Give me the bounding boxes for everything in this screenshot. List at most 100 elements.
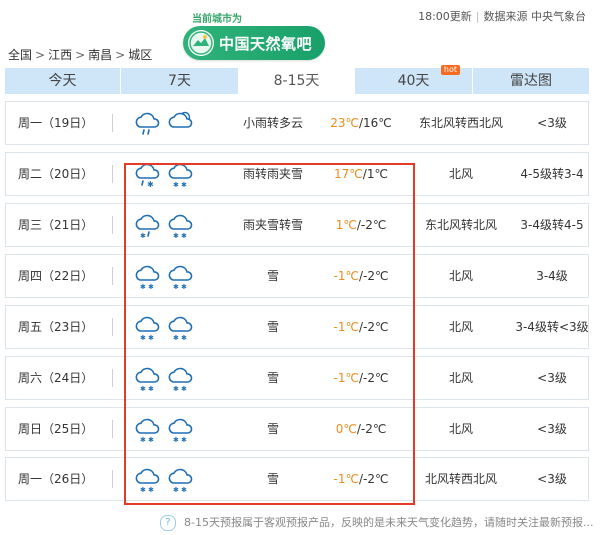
svg-text:✱: ✱: [181, 436, 187, 443]
temperature: 0℃/-2℃: [335, 422, 387, 436]
banner-subtitle: 当前城市为: [192, 14, 242, 25]
high-temp: 1℃: [335, 218, 357, 232]
hot-badge: hot: [440, 65, 460, 75]
svg-text:✱: ✱: [181, 181, 187, 188]
weather-icon-day: ✱ ✱: [133, 364, 163, 393]
weather-icon-night: ✱ ✱: [166, 262, 196, 291]
column-divider: [112, 369, 113, 387]
low-temp: 1℃: [366, 167, 388, 181]
tab-today[interactable]: 今天: [5, 68, 121, 94]
forecast-date: 周一（19日）: [18, 116, 94, 130]
weather-description: 雨夹雪转雪: [242, 218, 303, 232]
high-temp: 0℃: [335, 422, 357, 436]
weather-description: 雪: [266, 422, 279, 436]
low-temp: 16℃: [363, 116, 392, 130]
footer-note: ? 8-15天预报属于客观预报产品，反映的是未来天气变化趋势，请随时关注最新预报.…: [160, 514, 593, 531]
wind-direction: 北风: [448, 269, 473, 283]
svg-text:✱: ✱: [181, 486, 187, 493]
weather-description: 雪: [266, 269, 279, 283]
svg-text:✱: ✱: [173, 486, 179, 493]
column-divider: [112, 114, 113, 132]
temperature: 1℃/-2℃: [335, 218, 387, 232]
temperature: -1℃/-2℃: [333, 269, 389, 283]
svg-text:✱: ✱: [173, 334, 179, 341]
wind-level: 3-4级: [536, 269, 568, 283]
svg-text:✱: ✱: [173, 385, 179, 392]
tab-40-day-label: 40天: [397, 73, 430, 89]
question-icon[interactable]: ?: [160, 515, 176, 531]
svg-text:✱: ✱: [173, 232, 179, 239]
breadcrumb-nanchang[interactable]: 南昌: [88, 48, 112, 62]
weather-description: 雪: [266, 320, 279, 334]
column-divider: [112, 267, 113, 285]
svg-text:✱: ✱: [181, 232, 187, 239]
forecast-tabs: 今天 7天 8-15天 40天 hot 雷达图: [5, 65, 589, 94]
low-temp: -2℃: [360, 218, 387, 232]
column-divider: [112, 420, 113, 438]
wind-level: <3级: [537, 116, 567, 130]
weather-icon-night: ✱ ✱: [166, 313, 196, 342]
breadcrumb-national[interactable]: 全国: [8, 48, 32, 62]
svg-text:✱: ✱: [140, 232, 146, 239]
tab-radar[interactable]: 雷达图: [473, 68, 589, 94]
banner-title: 中国天然氧吧: [219, 35, 313, 53]
wind-level: <3级: [537, 472, 567, 486]
weather-icon-night: ✱ ✱: [166, 364, 196, 393]
tab-today-label: 今天: [48, 73, 77, 89]
weather-icon-night: ✱ ✱: [166, 415, 196, 444]
tab-8-15-day[interactable]: 8-15天: [239, 68, 355, 94]
high-temp: -1℃: [333, 472, 359, 486]
svg-text:✱: ✱: [148, 385, 154, 392]
column-divider: [112, 165, 113, 183]
wind-direction: 北风: [448, 371, 473, 385]
weather-icon-night: ✱ ✱: [166, 465, 196, 494]
weather-icon-day: ✱: [133, 160, 163, 189]
high-temp: 17℃: [334, 167, 363, 181]
forecast-row: 周一（19日） 小雨转多云 23℃/16℃ 东北风转西北风 <3级: [5, 101, 589, 145]
tab-7-day[interactable]: 7天: [121, 68, 239, 94]
forecast-row: 周四（22日） ✱ ✱ ✱ ✱ 雪 -1℃/-2℃ 北风 3-4级: [5, 254, 589, 298]
temperature: -1℃/-2℃: [333, 320, 389, 334]
weather-icon-night: ✱ ✱: [166, 211, 196, 240]
wind-direction: 北风: [448, 320, 473, 334]
weather-description: 小雨转多云: [242, 116, 303, 130]
weather-icon-day: ✱ ✱: [133, 262, 163, 291]
weather-description: 雨转雨夹雪: [242, 167, 303, 181]
low-temp: -2℃: [360, 422, 387, 436]
svg-text:✱: ✱: [173, 181, 179, 188]
divider: |: [475, 10, 480, 23]
low-temp: -2℃: [363, 371, 389, 385]
weather-icon-night: [166, 109, 196, 137]
weather-icon-night: ✱ ✱: [166, 160, 196, 189]
forecast-date: 周一（26日）: [18, 472, 94, 486]
oxygen-bar-logo-icon: [188, 30, 214, 56]
low-temp: -2℃: [363, 320, 389, 334]
svg-text:✱: ✱: [181, 283, 187, 290]
data-source: 数据来源 中央气象台: [483, 10, 587, 23]
svg-text:✱: ✱: [147, 180, 154, 188]
weather-icon-day: ✱: [133, 211, 163, 240]
svg-text:✱: ✱: [140, 385, 146, 392]
breadcrumb-separator: >: [75, 48, 86, 62]
svg-text:✱: ✱: [181, 385, 187, 392]
forecast-date: 周六（24日）: [18, 371, 94, 385]
forecast-date: 周日（25日）: [18, 422, 94, 436]
oxygen-bar-banner[interactable]: 中国天然氧吧: [183, 26, 325, 60]
tab-40-day[interactable]: 40天 hot: [355, 65, 473, 94]
high-temp: -1℃: [333, 371, 359, 385]
update-time: 18:00更新: [418, 10, 472, 23]
breadcrumb-jiangxi[interactable]: 江西: [48, 48, 72, 62]
low-temp: -2℃: [363, 269, 389, 283]
svg-text:✱: ✱: [148, 486, 154, 493]
update-info: 18:00更新 | 数据来源 中央气象台: [418, 8, 586, 24]
weather-icon-day: [133, 109, 163, 137]
wind-level: <3级: [537, 371, 567, 385]
temperature: 23℃/16℃: [330, 116, 392, 130]
low-temp: -2℃: [363, 472, 389, 486]
breadcrumb-district: 城区: [128, 48, 153, 62]
column-divider: [112, 318, 113, 336]
forecast-date: 周二（20日）: [18, 167, 94, 181]
svg-text:✱: ✱: [148, 283, 154, 290]
svg-text:✱: ✱: [181, 334, 187, 341]
weather-description: 雪: [266, 472, 279, 486]
